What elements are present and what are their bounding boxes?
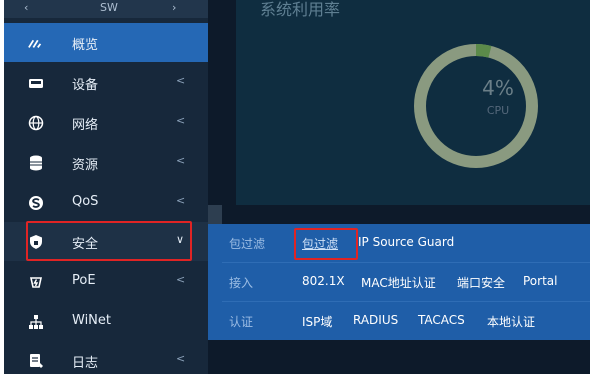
sidebar-item-label: WiNet: [72, 313, 111, 328]
submenu-option-local-auth[interactable]: 本地认证: [487, 313, 535, 330]
database-icon: [28, 155, 44, 171]
sidebar: ‹ SW › 概览 设备 < 网络 < 资源 < QoS < 安全 ∨ PoE …: [4, 0, 208, 374]
chevron-left-icon: <: [176, 74, 186, 87]
dashboard-gauge-icon: [28, 35, 44, 51]
sidebar-item-label: PoE: [72, 273, 96, 288]
content-background: [208, 340, 590, 374]
device-label: SW: [100, 1, 118, 14]
sidebar-item-label: 设备: [72, 78, 99, 93]
sidebar-item-log[interactable]: 日志 <: [4, 341, 208, 374]
chevron-left-icon[interactable]: ‹: [24, 1, 28, 14]
submenu-row-label: 认证: [229, 315, 254, 329]
device-switcher: ‹ SW ›: [4, 0, 208, 18]
sidebar-item-device[interactable]: 设备 <: [4, 63, 208, 102]
highlight-box-security: [26, 221, 192, 261]
qos-icon: [28, 195, 44, 211]
chevron-left-icon: <: [176, 114, 186, 127]
globe-icon: [28, 115, 44, 131]
submenu-option-radius[interactable]: RADIUS: [353, 313, 398, 327]
sidebar-item-label: 日志: [72, 356, 99, 371]
log-icon: [28, 353, 44, 369]
network-topology-icon: [28, 314, 44, 330]
gauge-value: 4%: [482, 76, 514, 100]
poe-icon: [28, 274, 44, 290]
sidebar-item-overview[interactable]: 概览: [4, 23, 208, 62]
sidebar-item-qos[interactable]: QoS <: [4, 183, 208, 222]
security-submenu: 包过滤 包过滤 IP Source Guard 接入 802.1X MAC地址认…: [208, 224, 590, 340]
chevron-left-icon: <: [176, 273, 186, 286]
submenu-option-isp-domain[interactable]: ISP域: [302, 313, 332, 330]
app-frame: ‹ SW › 概览 设备 < 网络 < 资源 < QoS < 安全 ∨ PoE …: [4, 0, 590, 374]
gauge-label: CPU: [486, 104, 510, 117]
submenu-row-packet-filter: 包过滤 包过滤 IP Source Guard: [208, 224, 590, 262]
submenu-option-802-1x[interactable]: 802.1X: [302, 274, 345, 288]
chevron-right-icon[interactable]: ›: [172, 1, 176, 14]
submenu-option-port-security[interactable]: 端口安全: [457, 274, 505, 291]
chevron-left-icon: <: [176, 352, 186, 365]
submenu-row-authentication: 认证 ISP域 RADIUS TACACS 本地认证: [208, 302, 590, 340]
sidebar-item-poe[interactable]: PoE <: [4, 262, 208, 301]
chevron-left-icon: <: [176, 154, 186, 167]
panel-title: 系统利用率: [260, 0, 341, 19]
submenu-option-ip-source-guard[interactable]: IP Source Guard: [358, 235, 454, 249]
submenu-row-access: 接入 802.1X MAC地址认证 端口安全 Portal: [208, 263, 590, 301]
sidebar-item-network[interactable]: 网络 <: [4, 103, 208, 142]
sidebar-item-label: 网络: [72, 118, 99, 133]
submenu-row-label: 包过滤: [229, 237, 266, 251]
highlight-box-packet-filter: [294, 228, 358, 260]
submenu-row-label: 接入: [229, 276, 254, 290]
chevron-left-icon: <: [176, 194, 186, 207]
sidebar-item-resources[interactable]: 资源 <: [4, 143, 208, 182]
submenu-option-tacacs[interactable]: TACACS: [418, 313, 465, 327]
sidebar-item-label: 资源: [72, 158, 99, 173]
sidebar-item-winet[interactable]: WiNet: [4, 302, 208, 341]
submenu-option-mac-auth[interactable]: MAC地址认证: [361, 274, 436, 291]
utilization-panel: 系统利用率 4% CPU: [236, 0, 590, 205]
sidebar-item-label: QoS: [72, 194, 99, 209]
device-icon: [28, 75, 44, 91]
submenu-option-portal[interactable]: Portal: [523, 274, 557, 288]
sidebar-item-label: 概览: [72, 38, 99, 53]
